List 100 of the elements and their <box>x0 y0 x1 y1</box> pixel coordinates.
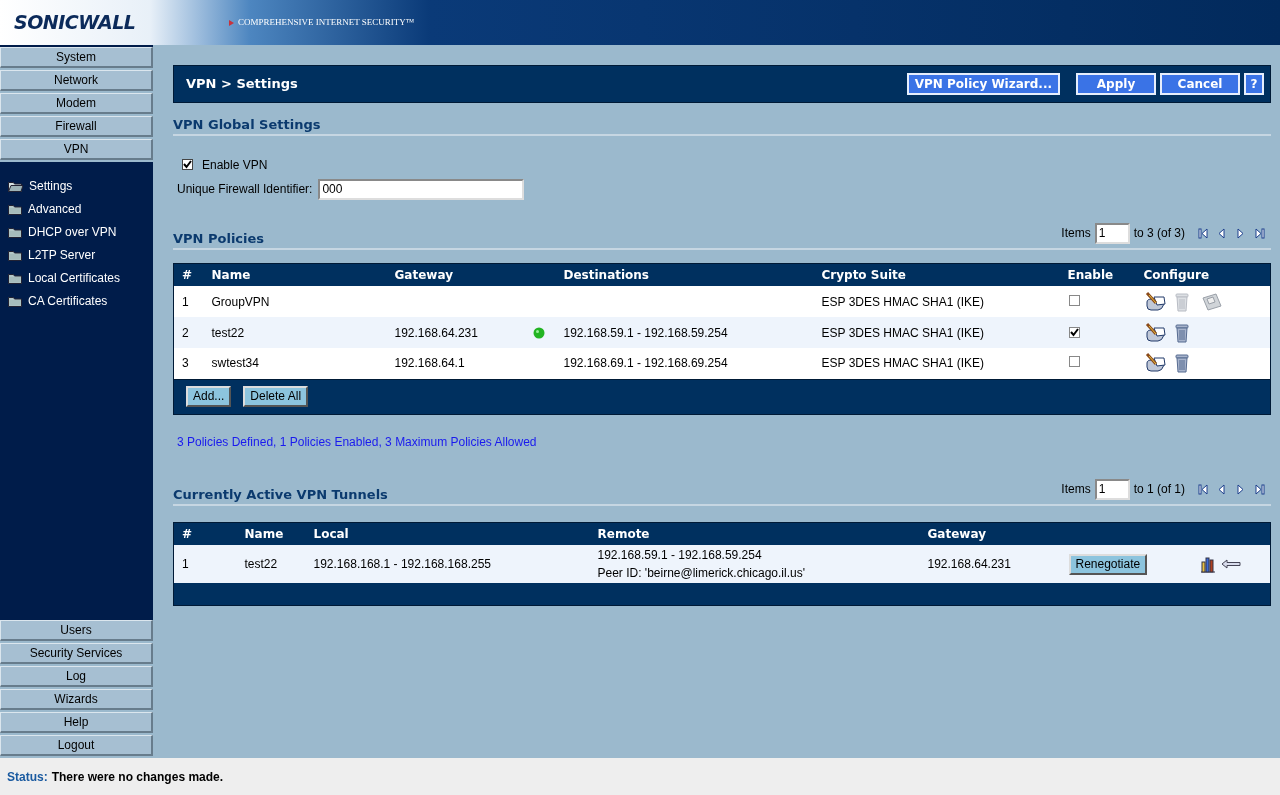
checkbox-label: Enable VPN <box>202 156 268 174</box>
trash-icon[interactable] <box>1173 322 1190 343</box>
column-header: # <box>173 263 204 287</box>
edit-icon[interactable] <box>1143 353 1166 374</box>
checkbox[interactable] <box>1068 294 1080 306</box>
table-cell: 1 <box>173 545 237 584</box>
table-cell: 192.168.59.1 - 192.168.59.254 <box>555 317 814 349</box>
page-field[interactable]: 1 <box>1094 478 1130 500</box>
page-title: VPN > Settings <box>186 76 298 92</box>
edit-icon[interactable] <box>1143 322 1166 343</box>
table-cell: test22 <box>236 545 306 584</box>
nav-item[interactable]: CA Certificates <box>0 289 153 312</box>
table-cell: test22 <box>203 317 387 349</box>
table-cell: 192.168.64.1 <box>386 348 525 380</box>
table-cell-text: Peer ID: 'beirne@limerick.chicago.il.us' <box>597 565 806 583</box>
table-cell: 192.168.64.231 <box>919 545 1061 584</box>
nav-item[interactable]: DHCP over VPN <box>0 220 153 243</box>
nav-button[interactable]: Firewall <box>0 116 153 137</box>
column-header: Gateway <box>386 263 556 287</box>
previous-page-icon[interactable] <box>1217 227 1227 239</box>
check-icon <box>183 160 192 170</box>
table-cell: 3 <box>173 348 204 380</box>
status-label: Status: <box>7 768 48 786</box>
page-field[interactable]: 1 <box>1094 222 1130 244</box>
nav-button[interactable]: Network <box>0 70 153 91</box>
left-arrow-icon[interactable] <box>1220 559 1241 570</box>
policy-summary: 3 Policies Defined, 1 Policies Enabled, 3 Maximum Policies Allowed <box>177 433 538 451</box>
table-cell: 1 <box>173 286 204 318</box>
column-header: Gateway <box>919 522 1061 546</box>
check-icon <box>1069 327 1079 337</box>
status-message: There were no changes made. <box>51 768 224 786</box>
checkbox[interactable] <box>1068 356 1080 368</box>
column-header: Name <box>203 263 387 287</box>
table-cell: swtest34 <box>203 348 387 380</box>
table-cell: ESP 3DES HMAC SHA1 (IKE) <box>813 317 1060 349</box>
column-header: Name <box>236 522 306 546</box>
section-heading: Currently Active VPN Tunnels <box>173 487 388 503</box>
table-cell: 192.168.69.1 - 192.168.69.254 <box>555 348 814 380</box>
first-page-icon[interactable] <box>1198 483 1208 495</box>
pager-label: Items <box>1061 225 1091 243</box>
nav-item[interactable]: Settings <box>0 174 153 197</box>
nav-button[interactable]: Logout <box>0 735 153 756</box>
table-cell: ESP 3DES HMAC SHA1 (IKE) <box>813 286 1060 318</box>
previous-page-icon[interactable] <box>1217 483 1227 495</box>
column-header: Enable <box>1059 263 1136 287</box>
folder-icon <box>8 248 22 261</box>
action-button[interactable]: Cancel <box>1160 73 1240 95</box>
pager-range: to 1 (of 1) <box>1133 481 1185 499</box>
table-cell: 192.168.168.1 - 192.168.168.255 <box>305 545 590 584</box>
column-header: Crypto Suite <box>813 263 1060 287</box>
action-button[interactable]: VPN Policy Wizard... <box>906 73 1060 95</box>
table-cell-text: 192.168.59.1 - 192.168.59.254 <box>597 547 763 565</box>
renegotiate-button[interactable]: Renegotiate <box>1068 553 1148 575</box>
table-cell: GroupVPN <box>203 286 387 318</box>
folder-icon <box>8 202 22 215</box>
nav-button[interactable]: Log <box>0 666 153 687</box>
table-cell: 2 <box>173 317 204 349</box>
column-header: Local <box>305 522 590 546</box>
column-header: Destinations <box>555 263 814 287</box>
nav-item[interactable]: L2TP Server <box>0 243 153 266</box>
first-page-icon[interactable] <box>1198 227 1208 239</box>
table-cell: ESP 3DES HMAC SHA1 (IKE) <box>813 348 1060 380</box>
column-header: # <box>173 522 237 546</box>
last-page-icon[interactable] <box>1255 227 1265 239</box>
identifier-field[interactable]: 000 <box>318 178 525 200</box>
tagline: COMPREHENSIVE INTERNET SECURITY™ <box>238 15 415 29</box>
table-action-button[interactable]: Add... <box>186 386 232 408</box>
trash-icon[interactable] <box>1173 353 1190 374</box>
checkbox[interactable] <box>1068 326 1080 338</box>
edit-icon[interactable] <box>1143 291 1166 312</box>
pager-label: Items <box>1061 481 1091 499</box>
nav-button[interactable]: Users <box>0 620 153 641</box>
nav-button[interactable]: Wizards <box>0 689 153 710</box>
nav-button[interactable]: Help <box>0 712 153 733</box>
nav-item[interactable]: Local Certificates <box>0 266 153 289</box>
column-header: Configure <box>1135 263 1271 287</box>
action-button[interactable]: ? <box>1244 73 1264 95</box>
next-page-icon[interactable] <box>1236 483 1246 495</box>
column-header: Remote <box>589 522 920 546</box>
nav-button[interactable]: VPN <box>0 139 153 160</box>
triangle-icon <box>229 19 234 26</box>
folder-icon <box>8 271 22 284</box>
nav-item[interactable]: Advanced <box>0 197 153 220</box>
folder-icon <box>8 225 22 238</box>
section-heading: VPN Policies <box>173 231 265 247</box>
logo-text: SONICWALL <box>14 10 137 36</box>
table-action-button[interactable]: Delete All <box>243 386 309 408</box>
open-folder-icon <box>8 179 23 192</box>
nav-button[interactable]: System <box>0 47 153 68</box>
checkbox[interactable] <box>182 159 193 171</box>
next-page-icon[interactable] <box>1236 227 1246 239</box>
pager-range: to 3 (of 3) <box>1133 225 1185 243</box>
bar-chart-icon[interactable] <box>1199 555 1216 573</box>
section-heading: VPN Global Settings <box>173 117 322 133</box>
folder-icon <box>8 294 22 307</box>
nav-button[interactable]: Modem <box>0 93 153 114</box>
last-page-icon[interactable] <box>1255 483 1265 495</box>
action-button[interactable]: Apply <box>1076 73 1156 95</box>
nav-button[interactable]: Security Services <box>0 643 153 664</box>
table-cell: 192.168.64.231 <box>386 317 525 349</box>
